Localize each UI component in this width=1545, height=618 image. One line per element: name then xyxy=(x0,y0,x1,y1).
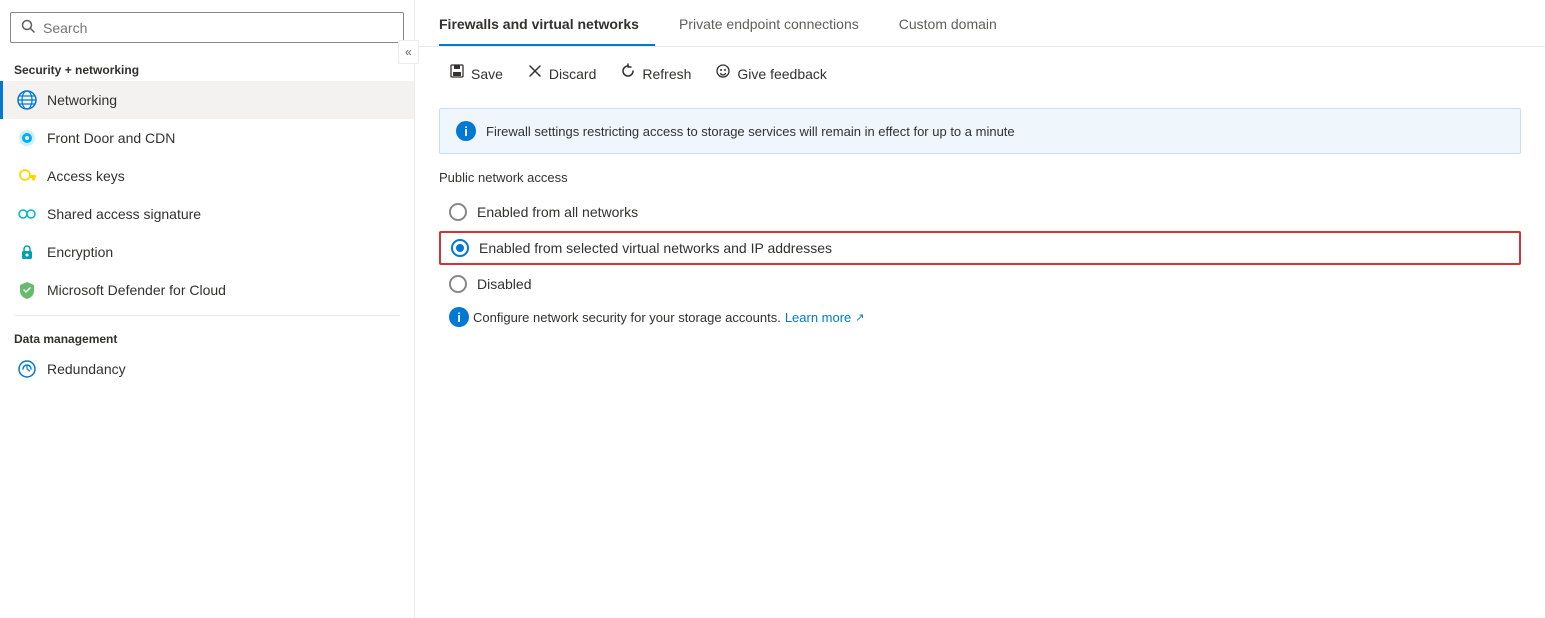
feedback-label: Give feedback xyxy=(737,66,827,82)
accesskeys-label: Access keys xyxy=(47,168,125,184)
tab-firewalls[interactable]: Firewalls and virtual networks xyxy=(439,0,655,46)
frontdoor-icon xyxy=(17,128,37,148)
sidebar-scrollable: Security + networking Networking xyxy=(0,53,414,618)
tab-bar: Firewalls and virtual networks Private e… xyxy=(415,0,1545,47)
redundancy-label: Redundancy xyxy=(47,361,126,377)
redundancy-icon xyxy=(17,359,37,379)
radio-circle-selected xyxy=(451,239,469,257)
networking-icon xyxy=(17,90,37,110)
collapse-button[interactable]: « xyxy=(398,40,419,64)
discard-label: Discard xyxy=(549,66,596,82)
content-area: Public network access Enabled from all n… xyxy=(415,170,1545,333)
search-bar[interactable] xyxy=(10,12,404,43)
radio-circle-disabled xyxy=(449,275,467,293)
sidebar-item-networking[interactable]: Networking xyxy=(0,81,414,119)
radio-selected-networks[interactable]: Enabled from selected virtual networks a… xyxy=(439,231,1521,265)
discard-icon xyxy=(527,63,543,84)
defender-icon xyxy=(17,280,37,300)
networking-label: Networking xyxy=(47,92,117,108)
radio-label-selected: Enabled from selected virtual networks a… xyxy=(479,240,832,256)
sidebar: « Security + networking Networking xyxy=(0,0,415,618)
discard-button[interactable]: Discard xyxy=(517,57,606,90)
tab-private[interactable]: Private endpoint connections xyxy=(679,0,875,46)
info-configure-text: Configure network security for your stor… xyxy=(473,310,781,325)
sas-icon xyxy=(17,204,37,224)
main-content: Firewalls and virtual networks Private e… xyxy=(415,0,1545,618)
sidebar-item-sas[interactable]: Shared access signature xyxy=(0,195,414,233)
refresh-icon xyxy=(620,63,636,84)
toolbar: Save Discard Refresh xyxy=(415,47,1545,100)
sidebar-item-encryption[interactable]: Encryption xyxy=(0,233,414,271)
sidebar-item-frontdoor[interactable]: Front Door and CDN xyxy=(0,119,414,157)
sas-label: Shared access signature xyxy=(47,206,201,222)
learn-more-link[interactable]: Learn more xyxy=(785,310,851,325)
sidebar-item-redundancy[interactable]: Redundancy xyxy=(0,350,414,388)
public-network-label: Public network access xyxy=(439,170,1521,185)
save-label: Save xyxy=(471,66,503,82)
refresh-label: Refresh xyxy=(642,66,691,82)
radio-circle-all xyxy=(449,203,467,221)
section-header-security: Security + networking xyxy=(0,53,414,81)
encryption-label: Encryption xyxy=(47,244,113,260)
info-banner: i Firewall settings restricting access t… xyxy=(439,108,1521,154)
feedback-button[interactable]: Give feedback xyxy=(705,57,837,90)
radio-label-disabled: Disabled xyxy=(477,276,531,292)
section-header-data: Data management xyxy=(0,322,414,350)
frontdoor-label: Front Door and CDN xyxy=(47,130,175,146)
sidebar-divider xyxy=(14,315,400,316)
radio-group: Enabled from all networks Enabled from s… xyxy=(439,195,1521,301)
learn-more-info-icon: i xyxy=(449,307,469,327)
info-icon: i xyxy=(456,121,476,141)
tab-custom[interactable]: Custom domain xyxy=(899,0,1013,46)
search-icon xyxy=(21,19,35,36)
external-link-icon: ↗ xyxy=(855,311,864,324)
search-input[interactable] xyxy=(43,20,393,36)
learn-more-section: i Configure network security for your st… xyxy=(439,301,1521,333)
radio-all-networks[interactable]: Enabled from all networks xyxy=(439,195,1521,229)
save-button[interactable]: Save xyxy=(439,57,513,90)
encryption-icon xyxy=(17,242,37,262)
save-icon xyxy=(449,63,465,84)
info-text: Firewall settings restricting access to … xyxy=(486,124,1015,139)
accesskeys-icon xyxy=(17,166,37,186)
refresh-button[interactable]: Refresh xyxy=(610,57,701,90)
sidebar-item-accesskeys[interactable]: Access keys xyxy=(0,157,414,195)
defender-label: Microsoft Defender for Cloud xyxy=(47,282,226,298)
radio-label-all: Enabled from all networks xyxy=(477,204,638,220)
sidebar-item-defender[interactable]: Microsoft Defender for Cloud xyxy=(0,271,414,309)
feedback-icon xyxy=(715,63,731,84)
radio-disabled[interactable]: Disabled xyxy=(439,267,1521,301)
